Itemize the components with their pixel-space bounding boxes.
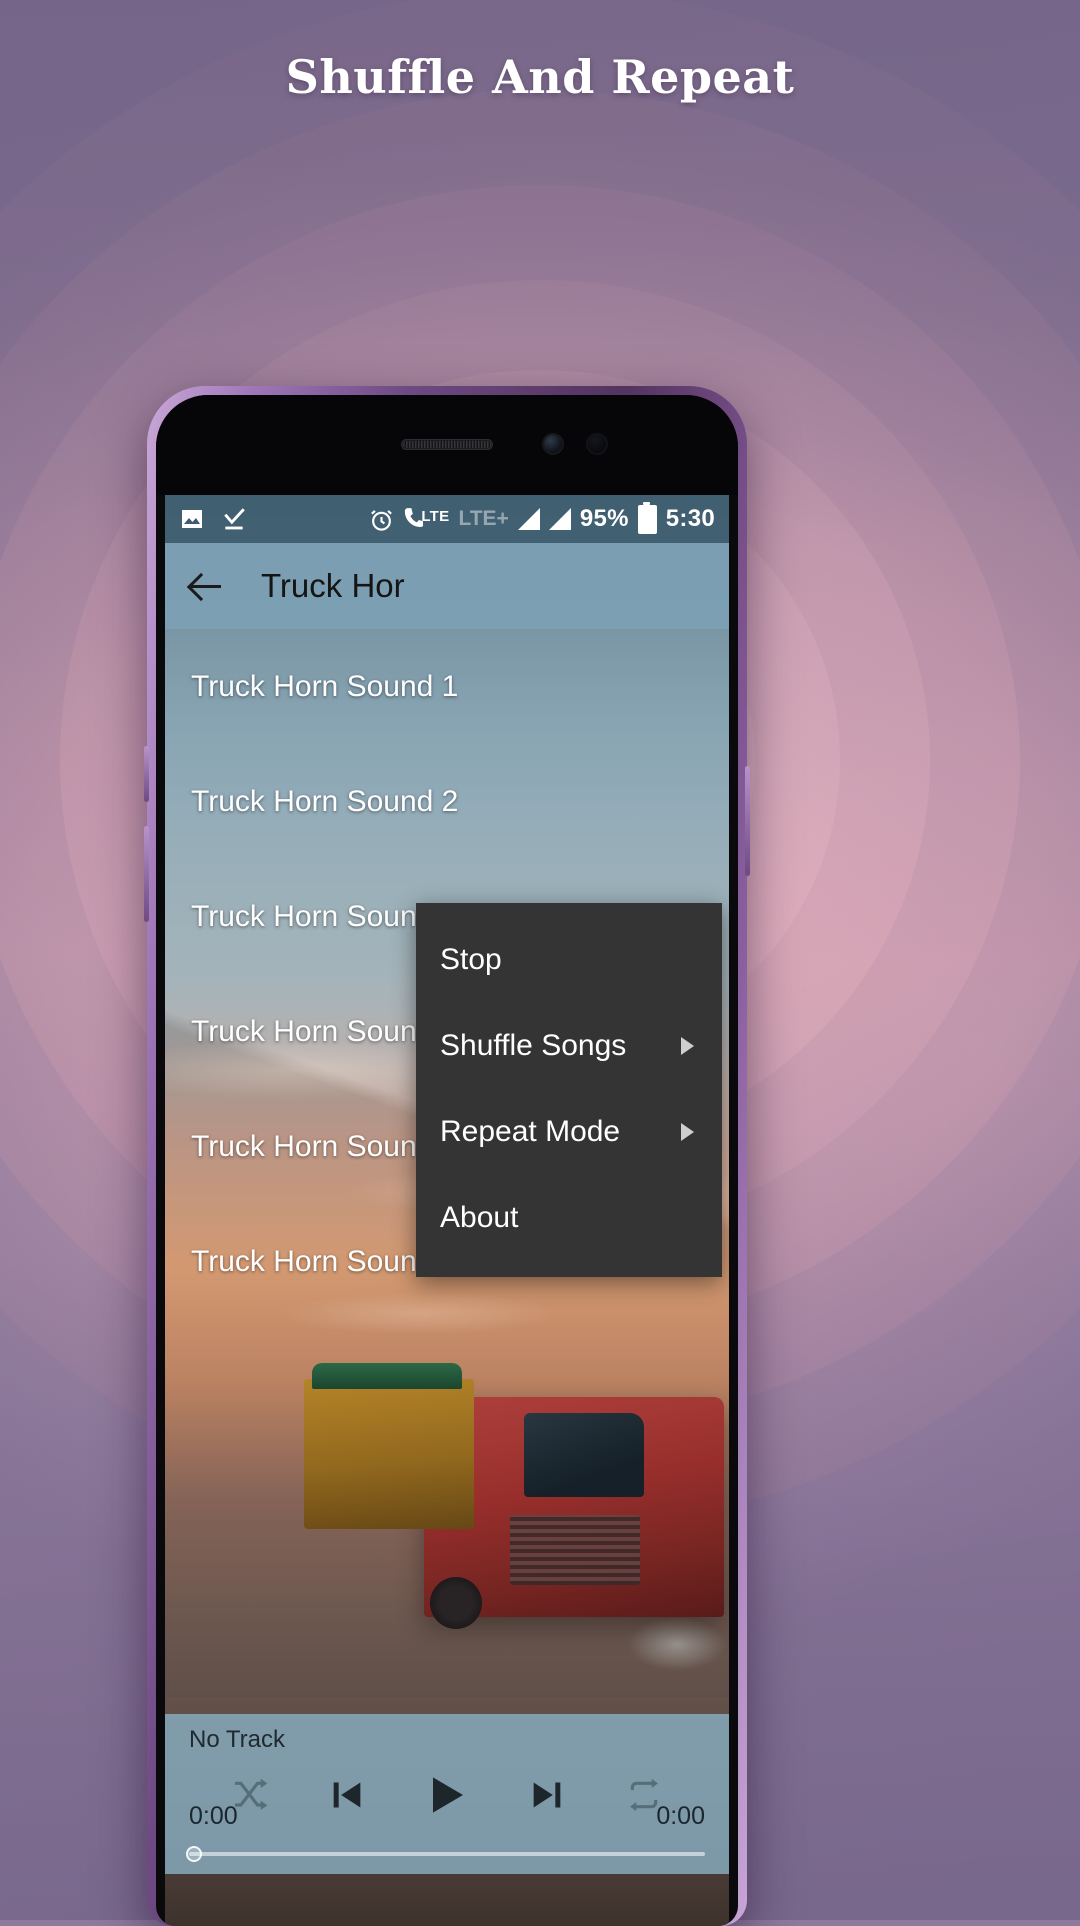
clock-label: 5:30 [665,505,715,532]
menu-item-label: Shuffle Songs [440,1029,627,1062]
skip-previous-icon[interactable] [327,1775,367,1820]
status-bar-right: LTE LTE+ 95% 5:30 [368,501,715,534]
earpiece-speaker [401,439,493,450]
play-icon[interactable] [423,1769,471,1826]
back-arrow-icon[interactable] [187,566,227,606]
lte-superscript-label: LTE [421,507,450,525]
seek-slider-thumb[interactable] [186,1846,202,1862]
phone-button-volume [144,826,149,922]
status-bar-left [179,506,247,532]
player-bar: No Track 0:00 0:00 [165,1714,729,1874]
network-type-label: LTE+ [458,507,509,530]
menu-item-stop[interactable]: Stop [416,917,722,1003]
phone-button-power [745,766,750,876]
status-bar: LTE LTE+ 95% 5:30 [165,495,729,543]
menu-item-label: Stop [440,943,502,976]
skip-next-icon[interactable] [527,1775,567,1820]
chevron-right-icon [681,1037,694,1055]
menu-item-about[interactable]: About [416,1175,722,1261]
menu-item-label: About [440,1201,519,1234]
image-icon [182,510,202,528]
time-total-label: 0:00 [656,1802,705,1830]
signal-bars-icon [517,508,540,530]
app-bar: Truck Hor [165,543,729,629]
song-label: Truck Horn Sound 1 [191,669,459,703]
player-controls [165,1766,729,1828]
phone-screen: LTE LTE+ 95% 5:30 Truck Hor Truck Horn S… [165,495,729,1926]
menu-item-shuffle-songs[interactable]: Shuffle Songs [416,1003,722,1089]
page-title: Truck Hor [261,567,405,604]
call-lte-icon: LTE [404,507,449,532]
phone-button-bixby [144,746,149,802]
phone-bezel: LTE LTE+ 95% 5:30 Truck Hor Truck Horn S… [156,395,738,1926]
list-item[interactable]: Truck Horn Sound 1 [165,629,729,744]
promo-title: Shuffle And Repeat [285,50,795,104]
battery-percent-label: 95% [579,505,629,532]
time-elapsed-label: 0:00 [189,1802,238,1830]
iris-sensor-icon [586,433,608,455]
battery-full-icon [637,501,657,534]
overflow-popup-menu[interactable]: Stop Shuffle Songs Repeat Mode About [416,903,722,1277]
phone-mockup: LTE LTE+ 95% 5:30 Truck Hor Truck Horn S… [144,386,750,1926]
song-label: Truck Horn Sound 2 [191,784,459,818]
seek-slider[interactable] [186,1846,705,1862]
phone-top-notch-area [156,395,738,495]
player-track-title: No Track [189,1726,286,1753]
list-item[interactable]: Truck Horn Sound 2 [165,744,729,859]
alarm-icon [371,509,393,531]
download-complete-icon [224,508,245,530]
menu-item-label: Repeat Mode [440,1115,621,1148]
chevron-right-icon [681,1123,694,1141]
signal-bars-icon-2 [548,508,571,530]
menu-item-repeat-mode[interactable]: Repeat Mode [416,1089,722,1175]
front-camera-icon [542,433,564,455]
